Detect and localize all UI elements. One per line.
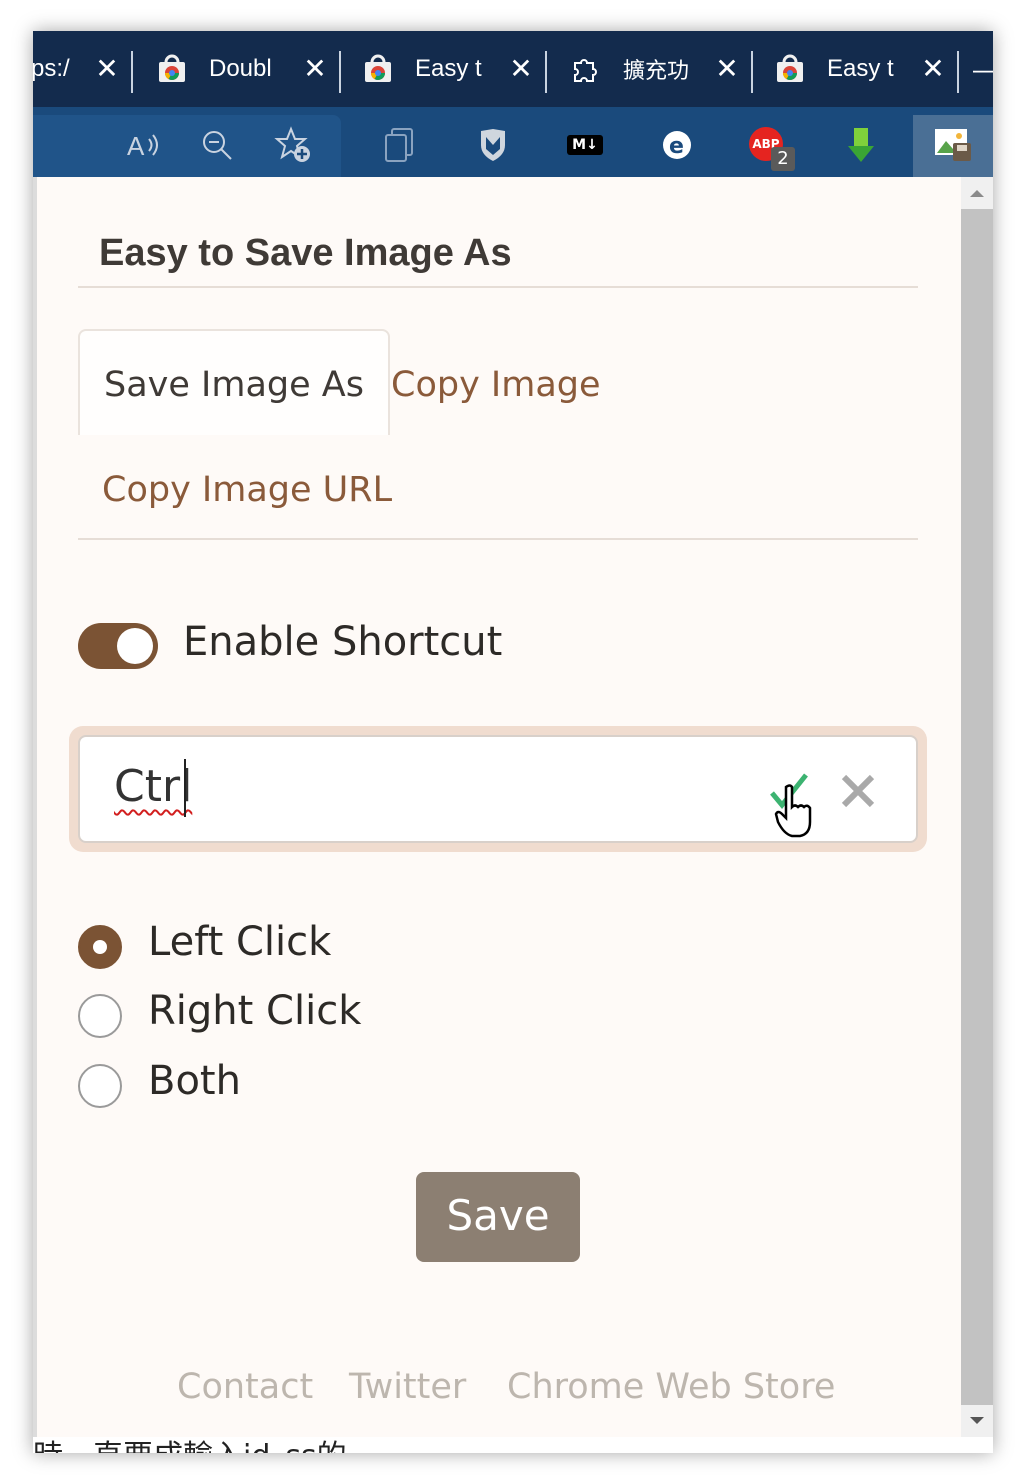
radio-label: Both xyxy=(148,1058,241,1104)
shortcut-input-value: Ctrl xyxy=(114,761,193,812)
collections-icon[interactable] xyxy=(379,125,419,165)
tab-title: Doubl xyxy=(209,55,272,82)
tab-separator xyxy=(131,51,133,93)
hand-cursor-icon xyxy=(774,784,812,838)
tab-strip: ps:/ ✕ Doubl ✕ Easy t ✕ 擴充功 ✕ Easy t ✕ xyxy=(33,31,993,107)
tab-title: Easy t xyxy=(827,55,894,82)
markdown-label: M↓ xyxy=(567,135,603,155)
radio-button[interactable] xyxy=(78,994,122,1038)
edge-extension-icon[interactable]: e xyxy=(657,125,697,165)
chrome-web-store-link[interactable]: Chrome Web Store xyxy=(507,1367,835,1407)
browser-tab-2[interactable]: Doubl ✕ xyxy=(137,31,337,107)
radio-button[interactable] xyxy=(78,925,122,969)
browser-tab-4[interactable]: 擴充功 ✕ xyxy=(549,31,749,107)
browser-tab-1[interactable]: ps:/ ✕ xyxy=(33,31,129,107)
save-button[interactable]: Save xyxy=(416,1172,580,1262)
toggle-knob xyxy=(117,628,153,664)
radio-label: Right Click xyxy=(148,988,362,1034)
shortcut-input-focus-ring: Ctrl xyxy=(69,726,927,852)
zoom-out-icon[interactable] xyxy=(197,125,237,165)
extension-button-active[interactable] xyxy=(913,115,993,177)
divider xyxy=(78,286,918,288)
close-icon[interactable]: ✕ xyxy=(95,55,119,83)
tab-title: 擴充功 xyxy=(623,59,690,84)
extension-puzzle-icon xyxy=(574,59,597,82)
save-image-icon xyxy=(933,125,973,165)
enable-shortcut-label: Enable Shortcut xyxy=(183,619,503,665)
scroll-up-icon[interactable] xyxy=(961,177,993,209)
twitter-link[interactable]: Twitter xyxy=(349,1367,466,1407)
close-icon[interactable]: ✕ xyxy=(921,55,945,83)
web-store-icon xyxy=(159,54,185,82)
read-aloud-icon[interactable]: A xyxy=(123,125,163,165)
extension-popup: Easy to Save Image As Save Image As Copy… xyxy=(37,177,961,1437)
divider xyxy=(78,538,918,540)
tab-copy-image-url[interactable]: Copy Image URL xyxy=(102,470,392,510)
web-store-icon xyxy=(777,54,803,82)
tab-separator xyxy=(545,51,547,93)
adblock-icon[interactable]: ABP 2 xyxy=(749,125,795,171)
browser-tab-3[interactable]: Easy t ✕ xyxy=(343,31,543,107)
scroll-down-icon[interactable] xyxy=(961,1405,993,1437)
browser-tab-5[interactable]: Easy t ✕ xyxy=(755,31,955,107)
radio-label: Left Click xyxy=(148,919,332,965)
download-arrow-icon[interactable] xyxy=(841,125,881,165)
close-icon[interactable]: ✕ xyxy=(509,55,533,83)
new-tab-icon: — xyxy=(973,54,993,85)
web-store-icon xyxy=(365,54,391,82)
new-tab-button[interactable]: — xyxy=(973,31,993,107)
svg-text:e: e xyxy=(669,134,684,159)
tab-save-image-as[interactable]: Save Image As xyxy=(78,329,390,435)
tab-title: Easy t xyxy=(415,55,482,82)
page-text-behind: 時，直要成輸入id_ss的 xyxy=(33,1437,993,1453)
svg-text:A: A xyxy=(127,131,145,161)
page-text: 時，直要成輸入id_ss的 xyxy=(33,1437,347,1453)
mcafee-icon[interactable] xyxy=(473,125,513,165)
browser-window: ps:/ ✕ Doubl ✕ Easy t ✕ 擴充功 ✕ Easy t ✕ A… xyxy=(33,31,993,1453)
radio-button[interactable] xyxy=(78,1064,122,1108)
browser-toolbar: A M↓ e ABP 2 xyxy=(33,107,993,177)
tab-separator xyxy=(751,51,753,93)
close-icon[interactable] xyxy=(838,771,878,811)
popup-scrollbar[interactable] xyxy=(961,177,993,1437)
add-favorite-icon[interactable] xyxy=(273,125,313,165)
close-icon[interactable]: ✕ xyxy=(715,55,739,83)
contact-link[interactable]: Contact xyxy=(177,1367,313,1407)
tab-separator xyxy=(957,51,959,93)
tab-title: ps:/ xyxy=(33,55,70,82)
close-icon[interactable]: ✕ xyxy=(303,55,327,83)
markdown-icon[interactable]: M↓ xyxy=(565,125,605,165)
tab-copy-image[interactable]: Copy Image xyxy=(391,365,601,405)
shortcut-input[interactable]: Ctrl xyxy=(78,735,918,843)
tab-separator xyxy=(339,51,341,93)
enable-shortcut-toggle[interactable] xyxy=(78,623,158,669)
popup-title: Easy to Save Image As xyxy=(99,232,512,274)
adblock-badge: 2 xyxy=(771,147,795,171)
text-caret xyxy=(184,759,186,817)
